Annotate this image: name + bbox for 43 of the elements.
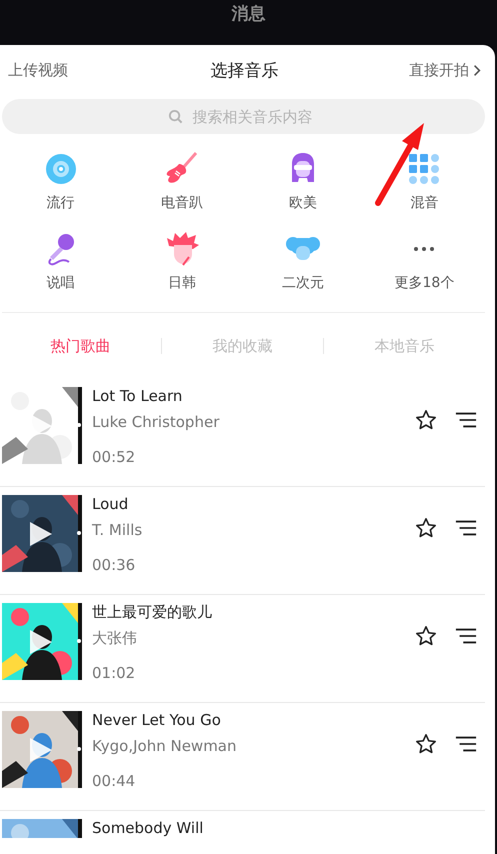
screen-title: 消息	[232, 3, 266, 24]
star-icon	[415, 733, 437, 755]
song-duration: 01:02	[92, 664, 136, 682]
play-icon[interactable]	[28, 628, 54, 656]
song-duration: 00:44	[92, 772, 136, 790]
song-title: Loud	[92, 495, 130, 513]
star-icon	[415, 409, 437, 431]
song-title: 世上最可爱的歌儿	[92, 603, 213, 621]
upload-video-link[interactable]: 上传视频	[8, 60, 98, 80]
song-title: Never Let You Go	[92, 711, 222, 729]
favorite-button[interactable]	[415, 409, 437, 431]
star-icon	[415, 625, 437, 647]
song-title: Somebody Will	[92, 819, 204, 837]
category-button[interactable]: 更多18个	[364, 232, 485, 292]
tab[interactable]: 热门歌曲	[0, 336, 161, 356]
category-button[interactable]: 二次元	[242, 232, 364, 292]
song-duration: 00:52	[92, 448, 136, 466]
category-button[interactable]: 混音	[364, 152, 485, 212]
favorite-button[interactable]	[415, 733, 437, 755]
song-title: Lot To Learn	[92, 387, 184, 405]
chevron-icon	[473, 64, 481, 76]
favorite-button[interactable]	[415, 517, 437, 539]
guitar-icon	[164, 152, 199, 186]
category-button[interactable]: 日韩	[121, 232, 242, 292]
song-duration: 00:36	[92, 556, 136, 574]
song-artist: T. Mills	[92, 521, 144, 539]
dot-grid-icon	[407, 152, 442, 186]
category-button[interactable]: 欧美	[242, 152, 364, 212]
song-artist: Luke Christopher	[92, 413, 220, 431]
category-button[interactable]: 说唱	[0, 232, 122, 292]
spiky-hair-figure-icon	[164, 232, 199, 266]
song-artist: Kygo,John Newman	[92, 737, 238, 755]
search-field[interactable]: 搜索相关音乐内容	[2, 99, 485, 134]
song-artist: 大张伟	[92, 629, 138, 647]
category-button[interactable]: 流行	[0, 152, 122, 212]
category-button[interactable]: 电音趴	[121, 152, 242, 212]
start-shooting-link[interactable]: 直接开拍	[391, 60, 481, 80]
disc-icon	[44, 152, 78, 186]
more-icon	[413, 246, 436, 252]
star-icon	[415, 517, 437, 539]
play-icon[interactable]	[28, 520, 54, 548]
page-title: 选择音乐	[210, 60, 278, 82]
favorite-button[interactable]	[415, 625, 437, 647]
